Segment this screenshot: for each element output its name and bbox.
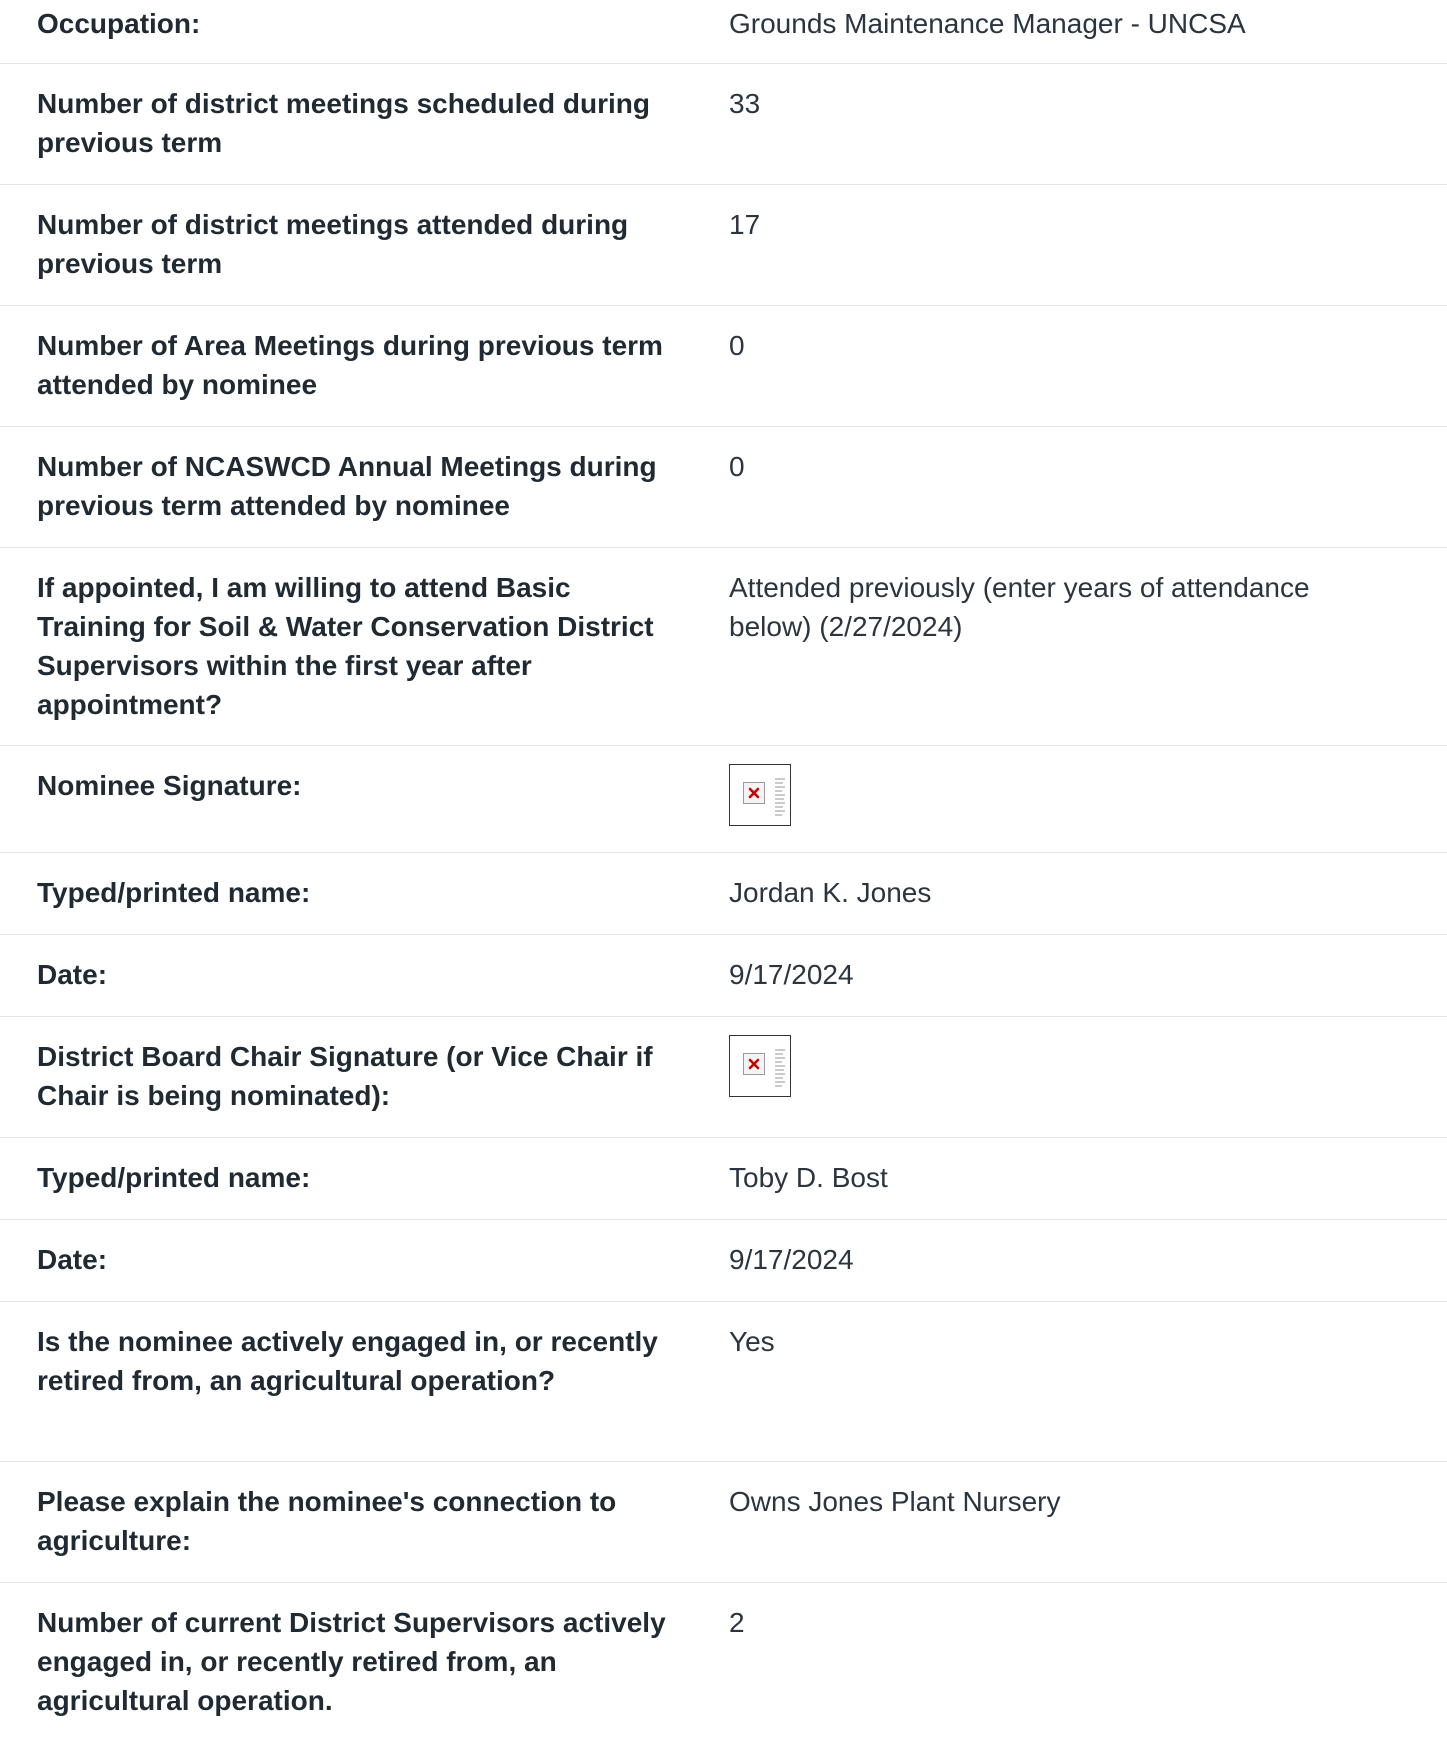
broken-image-icon <box>743 782 765 804</box>
chair-signature-value <box>729 1017 1387 1137</box>
agriculture-connection-label: Please explain the nominee's connection … <box>37 1462 669 1582</box>
table-row: Nominee Signature: <box>0 746 1447 853</box>
nominee-typed-name-value: Jordan K. Jones <box>729 853 1387 934</box>
nominee-signature-image <box>729 764 791 826</box>
broken-image-icon <box>743 1053 765 1075</box>
table-row: Number of district meetings attended dur… <box>0 185 1447 306</box>
chair-signature-label: District Board Chair Signature (or Vice … <box>37 1017 669 1137</box>
table-row: Occupation: Grounds Maintenance Manager … <box>0 0 1447 64</box>
table-row: Is the nominee actively engaged in, or r… <box>0 1302 1447 1462</box>
nominee-typed-name-label: Typed/printed name: <box>37 853 669 934</box>
basic-training-value: Attended previously (enter years of atte… <box>729 548 1387 745</box>
nominee-signature-value <box>729 746 1387 852</box>
nominee-date-label: Date: <box>37 935 669 1016</box>
annual-meetings-value: 0 <box>729 427 1387 547</box>
meetings-attended-label: Number of district meetings attended dur… <box>37 185 669 305</box>
table-row: Number of district meetings scheduled du… <box>0 64 1447 185</box>
basic-training-label: If appointed, I am willing to attend Bas… <box>37 548 669 745</box>
occupation-label: Occupation: <box>37 0 669 63</box>
area-meetings-label: Number of Area Meetings during previous … <box>37 306 669 426</box>
current-supervisors-label: Number of current District Supervisors a… <box>37 1583 669 1739</box>
table-row: Number of current District Supervisors a… <box>0 1583 1447 1739</box>
occupation-value: Grounds Maintenance Manager - UNCSA <box>729 0 1387 63</box>
table-row: District Board Chair Signature (or Vice … <box>0 1017 1447 1138</box>
agricultural-engagement-label: Is the nominee actively engaged in, or r… <box>37 1302 669 1461</box>
table-row: Date: 9/17/2024 <box>0 935 1447 1017</box>
meetings-scheduled-label: Number of district meetings scheduled du… <box>37 64 669 184</box>
nomination-form-table: Occupation: Grounds Maintenance Manager … <box>0 0 1447 1739</box>
table-row: Please explain the nominee's connection … <box>0 1462 1447 1583</box>
agriculture-connection-value: Owns Jones Plant Nursery <box>729 1462 1387 1582</box>
chair-typed-name-value: Toby D. Bost <box>729 1138 1387 1219</box>
chair-signature-image <box>729 1035 791 1097</box>
meetings-scheduled-value: 33 <box>729 64 1387 184</box>
nominee-signature-label: Nominee Signature: <box>37 746 669 852</box>
table-row: Number of NCASWCD Annual Meetings during… <box>0 427 1447 548</box>
area-meetings-value: 0 <box>729 306 1387 426</box>
chair-date-label: Date: <box>37 1220 669 1301</box>
current-supervisors-value: 2 <box>729 1583 1387 1739</box>
table-row: If appointed, I am willing to attend Bas… <box>0 548 1447 746</box>
chair-date-value: 9/17/2024 <box>729 1220 1387 1301</box>
table-row: Typed/printed name: Jordan K. Jones <box>0 853 1447 935</box>
agricultural-engagement-value: Yes <box>729 1302 1387 1461</box>
chair-typed-name-label: Typed/printed name: <box>37 1138 669 1219</box>
table-row: Date: 9/17/2024 <box>0 1220 1447 1302</box>
annual-meetings-label: Number of NCASWCD Annual Meetings during… <box>37 427 669 547</box>
nominee-date-value: 9/17/2024 <box>729 935 1387 1016</box>
table-row: Typed/printed name: Toby D. Bost <box>0 1138 1447 1220</box>
meetings-attended-value: 17 <box>729 185 1387 305</box>
table-row: Number of Area Meetings during previous … <box>0 306 1447 427</box>
